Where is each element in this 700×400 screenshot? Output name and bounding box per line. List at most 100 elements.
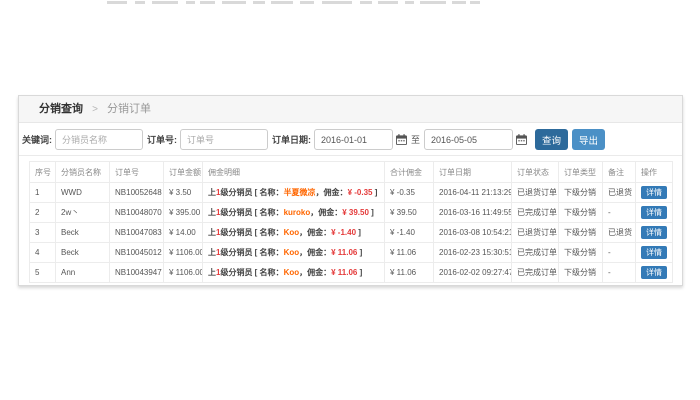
cell-total-commission: ¥ -1.40 bbox=[385, 223, 434, 243]
cell-order-type: 下级分销 bbox=[559, 223, 603, 243]
order-no-input[interactable] bbox=[180, 129, 268, 150]
commission-detail-text: 上 bbox=[208, 228, 216, 237]
cell-total-commission: ¥ 39.50 bbox=[385, 203, 434, 223]
cell-total-commission: ¥ 11.06 bbox=[385, 243, 434, 263]
commission-amount: ¥ -0.35 bbox=[348, 188, 373, 197]
column-header: 序号 bbox=[30, 162, 56, 183]
column-header: 合计佣金 bbox=[385, 162, 434, 183]
filter-table-divider bbox=[19, 155, 682, 156]
cell-actions: 详情 bbox=[636, 183, 673, 203]
commission-detail-text: ] bbox=[357, 248, 362, 257]
cell-actions: 详情 bbox=[636, 263, 673, 283]
cell-order-type: 下级分销 bbox=[559, 263, 603, 283]
commission-detail-text: 上 bbox=[208, 208, 216, 217]
cell-actions: 详情 bbox=[636, 203, 673, 223]
cell-commission-detail: 上1级分销员 [ 名称：Koo，佣金：¥ -1.40 ] bbox=[203, 223, 385, 243]
detail-button[interactable]: 详情 bbox=[641, 206, 667, 220]
commission-detail-text: ] bbox=[356, 228, 361, 237]
cell-actions: 详情 bbox=[636, 243, 673, 263]
column-header: 操作 bbox=[636, 162, 673, 183]
cell-distributor-name: Beck bbox=[56, 243, 110, 263]
commission-detail-text: ，佣金： bbox=[299, 268, 331, 277]
commission-amount: ¥ 11.06 bbox=[331, 248, 357, 257]
cell-total-commission: ¥ 11.06 bbox=[385, 263, 434, 283]
calendar-icon[interactable] bbox=[516, 134, 527, 145]
breadcrumb-current: 分销订单 bbox=[107, 103, 151, 115]
commission-detail-text: 上 bbox=[208, 188, 216, 197]
distribution-orders-panel: 分销查询 > 分销订单 关键词: 订单号: 订单日期: 至 bbox=[18, 95, 683, 286]
cell-order-date: 2016-02-23 15:30:51 bbox=[434, 243, 512, 263]
export-button[interactable]: 导出 bbox=[572, 129, 605, 150]
cell-note: 已退货 bbox=[603, 183, 636, 203]
cell-index: 5 bbox=[30, 263, 56, 283]
cell-order-no: NB10043947 bbox=[110, 263, 164, 283]
table-row: 2 2w丶 NB10048070 ¥ 395.00 上1级分销员 [ 名称：ku… bbox=[30, 203, 673, 223]
commission-detail-text: ] bbox=[372, 188, 377, 197]
calendar-icon[interactable] bbox=[396, 134, 407, 145]
cell-order-type: 下级分销 bbox=[559, 203, 603, 223]
detail-button[interactable]: 详情 bbox=[641, 186, 667, 200]
orders-table: 序号分销员名称订单号订单金额佣金明细合计佣金订单日期订单状态订单类型备注操作 1… bbox=[29, 161, 673, 283]
breadcrumb-section[interactable]: 分销查询 bbox=[39, 103, 83, 115]
cell-order-amount: ¥ 1106.00 bbox=[164, 243, 203, 263]
column-header: 订单状态 bbox=[512, 162, 559, 183]
upline-distributor-name: Koo bbox=[284, 248, 300, 257]
cell-distributor-name: Beck bbox=[56, 223, 110, 243]
table-row: 1 WWD NB10052648 ¥ 3.50 上1级分销员 [ 名称：半夏微凉… bbox=[30, 183, 673, 203]
cell-order-status: 已退货订单 bbox=[512, 183, 559, 203]
cell-order-status: 已完成订单 bbox=[512, 203, 559, 223]
cell-order-status: 已完成订单 bbox=[512, 263, 559, 283]
cell-order-date: 2016-02-02 09:27:47 bbox=[434, 263, 512, 283]
cell-order-amount: ¥ 395.00 bbox=[164, 203, 203, 223]
search-button[interactable]: 查询 bbox=[535, 129, 568, 150]
upline-distributor-name: 半夏微凉 bbox=[284, 188, 316, 197]
cell-commission-detail: 上1级分销员 [ 名称：kuroko，佣金：¥ 39.50 ] bbox=[203, 203, 385, 223]
cell-order-amount: ¥ 14.00 bbox=[164, 223, 203, 243]
keyword-input[interactable] bbox=[55, 129, 143, 150]
cell-distributor-name: 2w丶 bbox=[56, 203, 110, 223]
commission-amount: ¥ 11.06 bbox=[331, 268, 357, 277]
date-from-input[interactable] bbox=[314, 129, 393, 150]
cell-index: 2 bbox=[30, 203, 56, 223]
commission-detail-text: ，佣金： bbox=[299, 228, 331, 237]
cell-note: 已退货 bbox=[603, 223, 636, 243]
commission-detail-text: 级分销员 [ 名称： bbox=[220, 228, 283, 237]
commission-detail-text: 级分销员 [ 名称： bbox=[220, 248, 283, 257]
cell-order-amount: ¥ 3.50 bbox=[164, 183, 203, 203]
commission-detail-text: 上 bbox=[208, 268, 216, 277]
cell-order-status: 已完成订单 bbox=[512, 243, 559, 263]
breadcrumb-separator-icon: > bbox=[92, 104, 98, 115]
commission-detail-text: 上 bbox=[208, 248, 216, 257]
filter-bar: 关键词: 订单号: 订单日期: 至 bbox=[19, 123, 682, 155]
date-range-to-label: 至 bbox=[411, 133, 420, 146]
cell-order-status: 已退货订单 bbox=[512, 223, 559, 243]
commission-detail-text: 级分销员 [ 名称： bbox=[220, 188, 283, 197]
cell-index: 4 bbox=[30, 243, 56, 263]
table-body: 1 WWD NB10052648 ¥ 3.50 上1级分销员 [ 名称：半夏微凉… bbox=[30, 183, 673, 283]
column-header: 订单号 bbox=[110, 162, 164, 183]
commission-detail-text: ，佣金： bbox=[310, 208, 342, 217]
upline-distributor-name: Koo bbox=[284, 228, 300, 237]
cell-order-type: 下级分销 bbox=[559, 183, 603, 203]
table-row: 5 Ann NB10043947 ¥ 1106.00 上1级分销员 [ 名称：K… bbox=[30, 263, 673, 283]
detail-button[interactable]: 详情 bbox=[641, 266, 667, 280]
cell-order-no: NB10052648 bbox=[110, 183, 164, 203]
column-header: 分销员名称 bbox=[56, 162, 110, 183]
cell-commission-detail: 上1级分销员 [ 名称：Koo，佣金：¥ 11.06 ] bbox=[203, 263, 385, 283]
cell-order-amount: ¥ 1106.00 bbox=[164, 263, 203, 283]
date-to-input[interactable] bbox=[424, 129, 513, 150]
upline-distributor-name: Koo bbox=[284, 268, 300, 277]
cell-commission-detail: 上1级分销员 [ 名称：Koo，佣金：¥ 11.06 ] bbox=[203, 243, 385, 263]
cell-order-no: NB10048070 bbox=[110, 203, 164, 223]
cell-order-no: NB10045012 bbox=[110, 243, 164, 263]
cell-note: - bbox=[603, 203, 636, 223]
commission-amount: ¥ 39.50 bbox=[342, 208, 369, 217]
cell-actions: 详情 bbox=[636, 223, 673, 243]
cell-distributor-name: WWD bbox=[56, 183, 110, 203]
cell-note: - bbox=[603, 243, 636, 263]
commission-amount: ¥ -1.40 bbox=[331, 228, 356, 237]
cell-order-no: NB10047083 bbox=[110, 223, 164, 243]
detail-button[interactable]: 详情 bbox=[641, 226, 667, 240]
column-header: 佣金明细 bbox=[203, 162, 385, 183]
detail-button[interactable]: 详情 bbox=[641, 246, 667, 260]
